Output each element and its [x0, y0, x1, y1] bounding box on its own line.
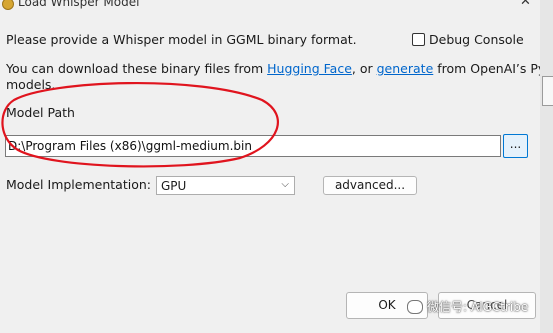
browse-button[interactable]: ... [503, 134, 528, 158]
model-implementation-label: Model Implementation: [6, 177, 151, 192]
download-text-prefix: You can download these binary files from [6, 61, 268, 76]
download-text-middle: , or [351, 61, 377, 76]
implementation-selected: GPU [161, 178, 187, 193]
model-path-input[interactable] [5, 135, 501, 157]
intro-text: Please provide a Whisper model in GGML b… [6, 32, 357, 47]
download-info: You can download these binary files from… [6, 61, 553, 76]
generate-link[interactable]: generate [377, 61, 434, 76]
chevron-down-icon: ⌵ [281, 179, 289, 190]
background-window-edge [540, 0, 553, 333]
implementation-select[interactable]: GPU ⌵ [156, 176, 295, 195]
download-text-suffix: from OpenAI’s Python [437, 61, 553, 76]
watermark-text: 微信号: AIGCtribe [427, 300, 529, 314]
download-info-line2: models. [6, 77, 56, 92]
background-window-control [542, 76, 553, 106]
title-bar: Load Whisper Model ✕ [0, 0, 540, 14]
app-icon [2, 0, 14, 10]
watermark: 微信号: AIGCtribe [407, 298, 528, 315]
debug-console-label: Debug Console [429, 32, 524, 47]
close-icon[interactable]: ✕ [520, 0, 531, 9]
window-title: Load Whisper Model [18, 0, 140, 9]
advanced-button[interactable]: advanced... [323, 176, 417, 195]
debug-console-checkbox[interactable]: Debug Console [412, 32, 524, 47]
load-model-dialog: Load Whisper Model ✕ Please provide a Wh… [0, 0, 553, 333]
model-path-label: Model Path [6, 105, 75, 120]
hugging-face-link[interactable]: Hugging Face [267, 61, 352, 76]
checkbox-box[interactable] [412, 33, 425, 46]
wechat-icon [407, 299, 423, 314]
